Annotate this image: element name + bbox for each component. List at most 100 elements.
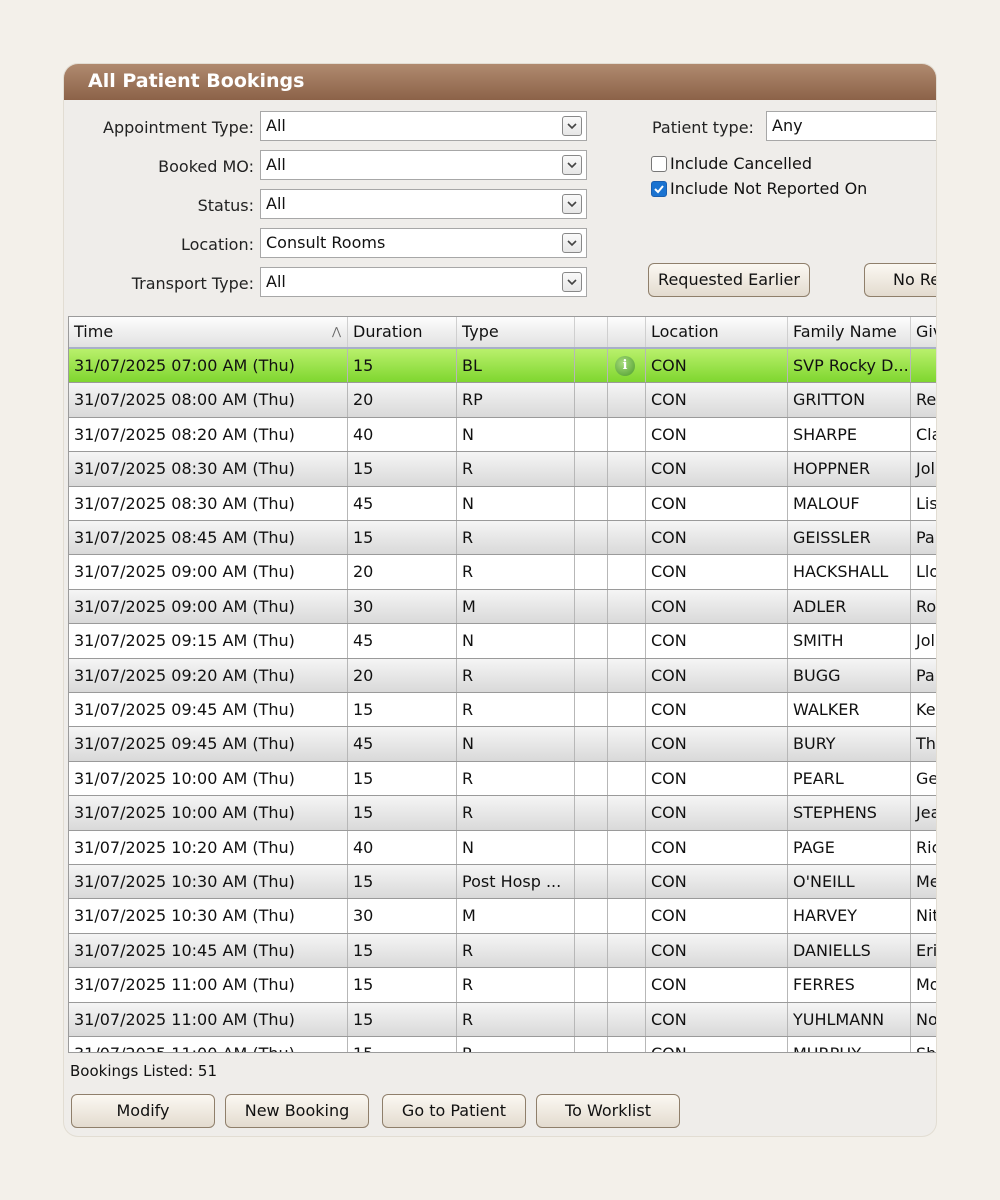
cell-given-name: Sh (911, 1037, 936, 1052)
no-re-button[interactable]: No Re (864, 263, 936, 297)
cell-flag (575, 830, 608, 864)
bookings-window: All Patient Bookings Appointment Type: A… (64, 64, 936, 1136)
cell-flag (575, 486, 608, 520)
column-flag[interactable] (575, 317, 608, 347)
new-booking-button[interactable]: New Booking (225, 1094, 369, 1128)
cell-duration: 40 (348, 417, 457, 452)
cell-type: R (457, 555, 575, 589)
table-row[interactable]: 31/07/2025 09:00 AM (Thu) 30 M CON ADLER Ro (69, 589, 936, 625)
cell-family-name: MURPHY (788, 1037, 911, 1052)
cell-location: CON (646, 349, 788, 383)
cell-family-name: HOPPNER (788, 452, 911, 486)
cell-info (608, 899, 646, 933)
column-duration[interactable]: Duration (348, 317, 457, 347)
table-row[interactable]: 31/07/2025 10:20 AM (Thu)40N CONPAGERic (69, 830, 936, 865)
status-select[interactable]: All (260, 189, 587, 219)
cell-family-name: YUHLMANN (788, 1002, 911, 1036)
table-row[interactable]: 31/07/2025 08:30 AM (Thu) 15 R CON HOPPNER Jo… (69, 452, 936, 487)
table-row[interactable]: 31/07/2025 11:00 AM (Thu) 15 R CON YUHLMANN N… (69, 1002, 936, 1037)
appointment-type-select[interactable]: All (260, 111, 587, 141)
cell-type: R (457, 521, 575, 555)
cell-given-name (911, 349, 936, 382)
column-info[interactable] (608, 317, 646, 347)
to-worklist-button[interactable]: To Worklist (536, 1094, 680, 1128)
table-row[interactable]: 31/07/2025 09:20 AM (Thu) 20 R CON BUGG Pa (69, 658, 936, 693)
cell-family-name: FERRES (788, 968, 911, 1002)
patient-type-input[interactable]: Any (766, 111, 936, 141)
cell-type: R (457, 693, 575, 727)
cell-given-name: Me (916, 872, 936, 891)
cell-time: 31/07/2025 08:30 AM (Thu) (69, 452, 348, 486)
include-not-reported-checkbox[interactable]: Include Not Reported On (651, 178, 867, 200)
table-row[interactable]: 31/07/2025 09:45 AM (Thu) 45 N CON BURY Th (69, 727, 936, 762)
chevron-down-icon[interactable] (562, 233, 582, 253)
cell-location: CON (646, 383, 788, 417)
cell-info (608, 658, 646, 692)
location-value: Consult Rooms (266, 233, 386, 252)
table-row[interactable]: 31/07/2025 07:00 AM (Thu) 15 BL i CON SVP Roc… (69, 349, 936, 384)
column-given-name[interactable]: Giv (911, 317, 936, 347)
chevron-down-icon[interactable] (562, 194, 582, 214)
info-icon[interactable]: i (615, 356, 635, 376)
cell-info (608, 761, 646, 796)
table-row[interactable]: 31/07/2025 08:00 AM (Thu) 20 RP CON GRITTON R… (69, 383, 936, 418)
cell-info (608, 968, 646, 1002)
table-row[interactable]: 31/07/2025 08:30 AM (Thu)45N CONMALOUFLis… (69, 486, 936, 521)
table-row[interactable]: 31/07/2025 10:45 AM (Thu) 15 R CON DANIELLS E… (69, 933, 936, 969)
table-row[interactable]: 31/07/2025 11:00 AM (Thu)15R CONFERRESMo (69, 968, 936, 1003)
include-cancelled-checkbox[interactable]: Include Cancelled (651, 153, 812, 175)
requested-earlier-button[interactable]: Requested Earlier (648, 263, 810, 297)
cell-time: 31/07/2025 10:20 AM (Thu) (69, 830, 348, 864)
cell-duration: 45 (348, 727, 457, 761)
checkmark-icon[interactable] (651, 181, 667, 197)
cell-info (608, 1002, 646, 1036)
cell-info (608, 624, 646, 658)
cell-given-name: Ric (916, 837, 936, 857)
cell-given-name: Pa (916, 665, 935, 685)
cell-type: R (457, 761, 575, 796)
column-time[interactable]: Time ⋀ (69, 317, 348, 347)
cell-location: CON (646, 1002, 788, 1036)
filters-panel: Appointment Type: All Booked MO: All Sta… (64, 100, 936, 346)
table-row[interactable]: 31/07/2025 10:00 AM (Thu)15R CONPEARLGe (69, 761, 936, 797)
cell-given-name: Th (916, 734, 936, 754)
cell-type: R (457, 452, 575, 486)
column-location[interactable]: Location (646, 317, 788, 347)
booked-mo-select[interactable]: All (260, 150, 587, 180)
cell-family-name: STEPHENS (788, 796, 911, 830)
table-row[interactable]: 31/07/2025 10:00 AM (Thu) 15 R CON STEPHENS J… (69, 796, 936, 831)
cell-given-name: Eri (916, 940, 936, 960)
table-row[interactable]: 31/07/2025 11:00 AM (Thu)15R CONMURPHYSh (69, 1037, 936, 1052)
modify-button[interactable]: Modify (71, 1094, 215, 1128)
cell-given-name: Jea (916, 803, 936, 823)
cell-flag (575, 727, 608, 761)
chevron-down-icon[interactable] (562, 155, 582, 175)
table-row[interactable]: 31/07/2025 10:30 AM (Thu)30M CONHARVEYNit (69, 899, 936, 934)
table-row[interactable]: 31/07/2025 09:45 AM (Thu) 15 R CON WALKER Ke (69, 693, 936, 728)
transport-type-select[interactable]: All (260, 267, 587, 297)
cell-flag (575, 693, 608, 727)
cell-location: CON (646, 693, 788, 727)
column-type[interactable]: Type (457, 317, 575, 347)
cell-duration: 30 (348, 899, 457, 933)
checkbox-unchecked-icon[interactable] (651, 156, 667, 172)
cell-location: CON (646, 658, 788, 692)
column-family-name[interactable]: Family Name (788, 317, 911, 347)
cell-info (608, 486, 646, 520)
table-row[interactable]: 31/07/2025 08:45 AM (Thu) 15 R CON GEISSLER P… (69, 521, 936, 556)
chevron-down-icon[interactable] (562, 272, 582, 292)
table-row[interactable]: 31/07/2025 09:00 AM (Thu) 20 R CON HACKSHALL… (69, 555, 936, 590)
no-re-label: No Re (893, 270, 936, 289)
chevron-down-icon[interactable] (562, 116, 582, 136)
table-row[interactable]: 31/07/2025 10:30 AM (Thu) 15 Post Hosp ...… (69, 865, 936, 900)
cell-info (608, 796, 646, 830)
appointment-type-label: Appointment Type: (103, 118, 254, 137)
table-row[interactable]: 31/07/2025 08:20 AM (Thu)40N CONSHARPECla (69, 417, 936, 453)
location-select[interactable]: Consult Rooms (260, 228, 587, 258)
cell-time: 31/07/2025 09:15 AM (Thu) (69, 624, 348, 658)
bookings-grid: Time ⋀ Duration Type Location Family Name… (68, 316, 936, 1053)
table-row[interactable]: 31/07/2025 09:15 AM (Thu) 45 N CON SMITH Jol (69, 624, 936, 659)
cell-duration: 15 (348, 865, 457, 899)
go-to-patient-button[interactable]: Go to Patient (382, 1094, 526, 1128)
cell-duration: 20 (348, 555, 457, 589)
